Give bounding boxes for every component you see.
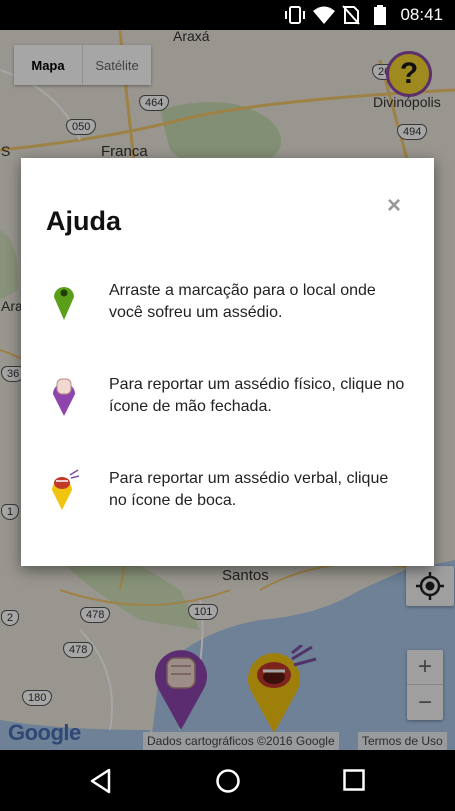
help-item: Para reportar um assédio verbal, clique … bbox=[21, 468, 434, 528]
yellow-mouth-pin-icon bbox=[52, 469, 79, 510]
green-location-pin-icon bbox=[54, 287, 74, 320]
dialog-title: Ajuda bbox=[46, 206, 122, 236]
help-item-text: Para reportar um assédio físico, clique … bbox=[109, 376, 405, 415]
status-time: 08:41 bbox=[400, 5, 443, 24]
help-item: Para reportar um assédio físico, clique … bbox=[21, 374, 434, 434]
wifi-icon bbox=[313, 6, 335, 24]
help-item-text: Para reportar um assédio verbal, clique … bbox=[109, 470, 389, 509]
purple-fist-pin-icon bbox=[53, 378, 75, 416]
status-bar: 08:41 bbox=[0, 0, 455, 30]
help-dialog: Ajuda × Arraste a marcação para o local … bbox=[21, 158, 434, 566]
home-icon[interactable] bbox=[215, 768, 241, 794]
help-item: Arraste a marcação para o local onde voc… bbox=[21, 280, 434, 340]
navigation-bar bbox=[0, 750, 455, 811]
back-icon[interactable] bbox=[89, 768, 113, 794]
close-button[interactable]: × bbox=[387, 192, 401, 220]
recents-icon[interactable] bbox=[342, 768, 366, 792]
help-item-text: Arraste a marcação para o local onde voc… bbox=[109, 282, 376, 321]
no-sim-icon bbox=[342, 5, 360, 25]
battery-icon bbox=[374, 5, 386, 25]
vibrate-icon bbox=[285, 6, 305, 24]
